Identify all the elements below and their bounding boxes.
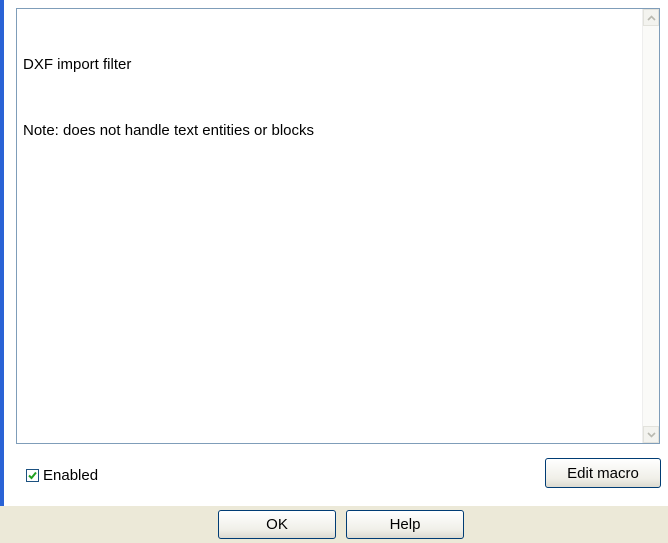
dialog-window: DXF import filter Note: does not handle …	[0, 0, 668, 543]
enabled-checkbox-row[interactable]: Enabled	[26, 466, 98, 484]
enabled-label: Enabled	[43, 466, 99, 484]
description-line-1: DXF import filter	[23, 56, 132, 73]
help-button[interactable]: Help	[346, 510, 464, 539]
checkmark-icon	[28, 471, 37, 479]
edit-macro-button[interactable]: Edit macro	[545, 458, 661, 488]
content-panel: DXF import filter Note: does not handle …	[4, 0, 668, 506]
scroll-up-button[interactable]	[643, 9, 659, 26]
enabled-checkbox[interactable]	[26, 468, 39, 482]
description-text: DXF import filter Note: does not handle …	[23, 15, 635, 187]
ok-button[interactable]: OK	[218, 510, 336, 539]
description-text-area[interactable]: DXF import filter Note: does not handle …	[16, 8, 660, 444]
chevron-up-icon	[646, 14, 656, 21]
description-line-2: Note: does not handle text entities or b…	[23, 122, 315, 139]
chevron-down-icon	[646, 431, 656, 438]
vertical-scrollbar[interactable]	[642, 9, 659, 443]
scroll-down-button[interactable]	[643, 426, 659, 443]
